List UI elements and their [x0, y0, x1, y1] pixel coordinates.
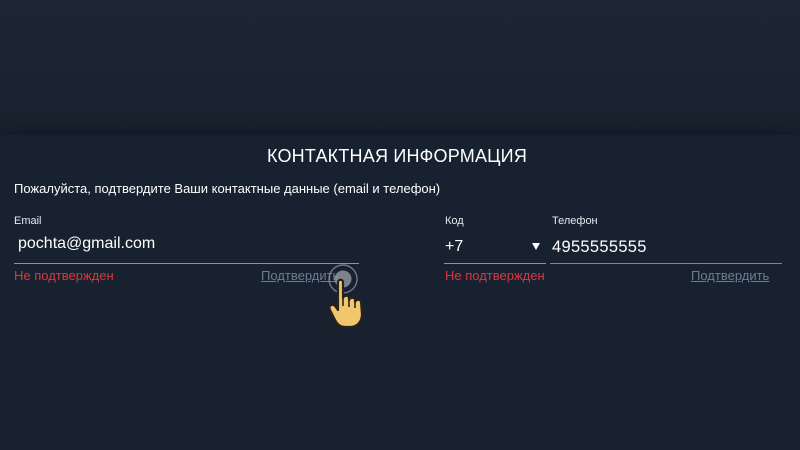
section-subtitle: Пожалуйста, подтвердите Ваши контактные … [14, 181, 441, 196]
phone-input-underline [550, 263, 782, 264]
section-title: КОНТАКТНАЯ ИНФОРМАЦИЯ [266, 146, 528, 166]
triangle-down-icon[interactable] [532, 243, 540, 250]
pointing-hand-icon [328, 264, 364, 329]
phone-status-text: Не подтвержден [445, 268, 545, 283]
page-background-bottom [0, 310, 800, 450]
email-input[interactable]: pochta@gmail.com [18, 235, 155, 253]
phone-input[interactable]: 4955555555 [552, 238, 647, 257]
phone-label: Телефон [552, 215, 598, 227]
email-status-text: Не подтвержден [14, 268, 114, 283]
code-select-underline [444, 263, 546, 264]
confirm-phone-link[interactable]: Подтвердить [691, 268, 769, 283]
country-code-select[interactable]: +7 [445, 238, 463, 256]
email-input-underline [14, 263, 359, 264]
page-background-top [0, 0, 800, 135]
code-label: Код [445, 215, 464, 227]
email-label: Email [14, 215, 42, 227]
